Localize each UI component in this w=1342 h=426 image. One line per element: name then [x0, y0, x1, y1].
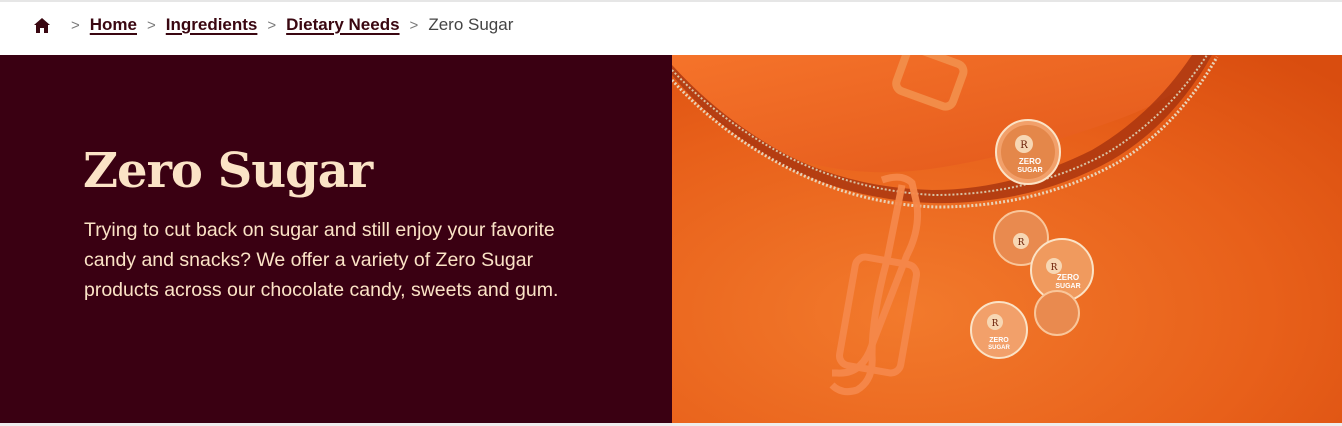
- svg-text:SUGAR: SUGAR: [1055, 283, 1080, 290]
- top-divider: [0, 0, 1342, 2]
- breadcrumb-separator: >: [71, 16, 80, 34]
- breadcrumb-dietary-needs-link[interactable]: Dietary Needs: [286, 15, 399, 35]
- hero-description: Trying to cut back on sugar and still en…: [84, 219, 559, 301]
- svg-text:ZERO: ZERO: [989, 337, 1009, 344]
- svg-text:R: R: [1018, 238, 1025, 248]
- breadcrumb-current: Zero Sugar: [428, 15, 514, 34]
- svg-text:ZERO: ZERO: [1057, 273, 1079, 282]
- breadcrumb-home-link[interactable]: Home: [90, 15, 137, 35]
- hero-photo-illustration: R ZERO SUGAR R R ZERO SUGAR R ZERO SUGAR: [672, 55, 1342, 423]
- svg-text:SUGAR: SUGAR: [1017, 167, 1042, 174]
- breadcrumb-separator: >: [409, 16, 419, 34]
- page-title: Zero Sugar: [83, 143, 373, 199]
- breadcrumb-separator: >: [267, 16, 277, 34]
- svg-text:R: R: [1020, 140, 1028, 151]
- svg-text:R: R: [992, 319, 999, 329]
- svg-text:SUGAR: SUGAR: [988, 345, 1010, 351]
- breadcrumb: > Home > Ingredients > Dietary Needs > Z…: [33, 13, 513, 37]
- svg-text:R: R: [1051, 263, 1058, 273]
- hero-text-panel: Zero Sugar Trying to cut back on sugar a…: [0, 55, 672, 423]
- home-icon[interactable]: [33, 16, 51, 34]
- breadcrumb-ingredients-link[interactable]: Ingredients: [166, 15, 258, 35]
- breadcrumb-separator: >: [147, 16, 156, 34]
- hero-image: R ZERO SUGAR R R ZERO SUGAR R ZERO SUGAR: [672, 55, 1342, 423]
- svg-text:ZERO: ZERO: [1019, 157, 1041, 166]
- hero-banner: Zero Sugar Trying to cut back on sugar a…: [0, 55, 1342, 423]
